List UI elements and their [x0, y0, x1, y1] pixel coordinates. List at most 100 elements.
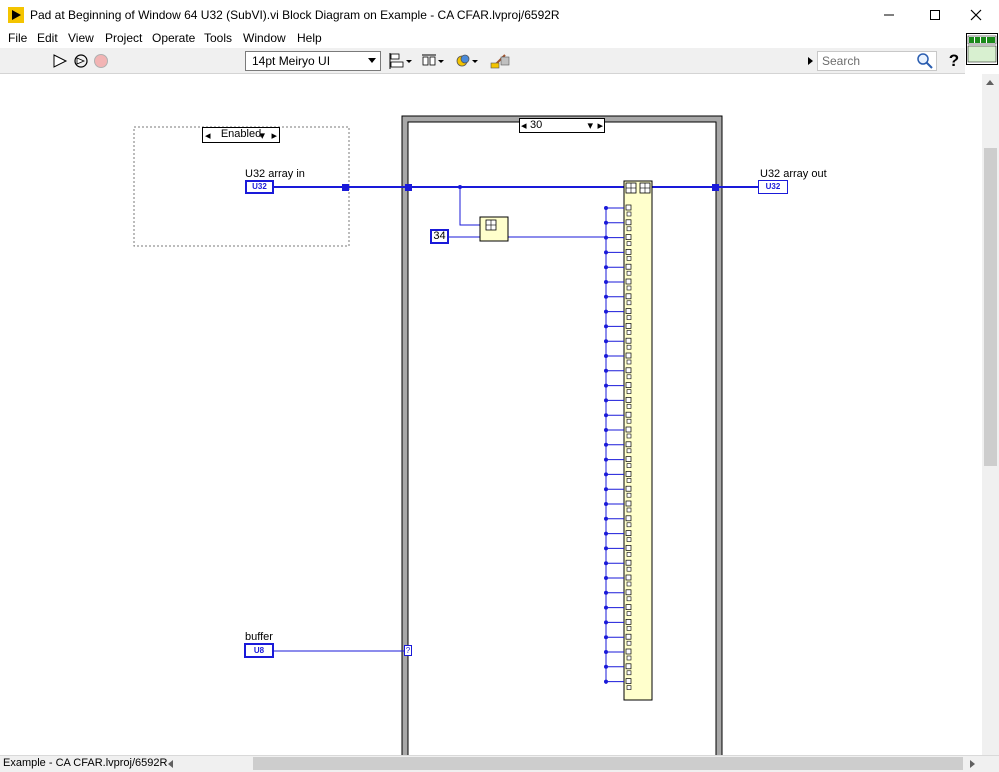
index-terminal[interactable]: [625, 308, 632, 314]
index-terminal[interactable]: [625, 337, 632, 344]
index-terminal[interactable]: [625, 589, 632, 596]
element-terminal[interactable]: [626, 596, 632, 602]
case-tunnel-unwired[interactable]: ?: [404, 645, 412, 656]
index-terminal[interactable]: [625, 426, 632, 433]
index-terminal[interactable]: [625, 663, 632, 670]
index-terminal[interactable]: [625, 456, 632, 462]
index-terminal[interactable]: [625, 204, 632, 211]
chevron-right-icon[interactable]: ▸: [597, 119, 603, 132]
distribute-objects-icon[interactable]: [419, 51, 447, 71]
element-terminal[interactable]: [626, 374, 632, 380]
align-objects-icon[interactable]: [387, 51, 415, 71]
element-terminal[interactable]: [626, 448, 632, 454]
element-terminal[interactable]: [626, 685, 632, 690]
branch-wire[interactable]: [459, 187, 480, 226]
index-terminal[interactable]: [625, 574, 632, 581]
disable-tunnel-in[interactable]: [342, 184, 349, 191]
index-terminal[interactable]: [625, 545, 632, 551]
index-terminal[interactable]: [625, 352, 632, 359]
index-terminal[interactable]: [625, 278, 632, 285]
help-icon[interactable]: ?: [944, 51, 964, 71]
font-select[interactable]: 14pt Meiryo UI: [245, 51, 381, 71]
menu-tools[interactable]: Tools: [204, 31, 232, 45]
case-structure[interactable]: [402, 116, 722, 755]
search-icon[interactable]: [916, 52, 934, 70]
chevron-left-icon[interactable]: ◂: [521, 119, 527, 132]
horizontal-scroll-thumb[interactable]: [253, 757, 963, 770]
index-terminal[interactable]: [625, 234, 632, 240]
menu-help[interactable]: Help: [297, 31, 322, 45]
index-terminal[interactable]: [625, 604, 632, 610]
element-terminal[interactable]: [626, 552, 632, 557]
index-terminal[interactable]: [625, 559, 632, 566]
abort-icon[interactable]: [90, 51, 118, 71]
element-terminal[interactable]: [626, 241, 632, 246]
element-terminal[interactable]: [626, 300, 632, 306]
numeric-constant[interactable]: 34: [430, 229, 449, 244]
element-terminal[interactable]: [626, 211, 632, 217]
u32-array-in-terminal[interactable]: U32: [245, 180, 274, 194]
close-button[interactable]: [953, 0, 999, 30]
element-terminal[interactable]: [626, 537, 632, 542]
index-terminal[interactable]: [625, 263, 632, 270]
index-terminal[interactable]: [625, 293, 632, 300]
vertical-scroll-thumb[interactable]: [984, 148, 997, 466]
menu-edit[interactable]: Edit: [37, 31, 58, 45]
case-tunnel-in[interactable]: [405, 184, 412, 191]
element-terminal[interactable]: [626, 330, 632, 335]
chevron-down-icon[interactable]: ▾: [587, 119, 593, 132]
element-terminal[interactable]: [626, 359, 632, 365]
chevron-right-icon[interactable]: ▸: [271, 129, 277, 142]
element-terminal[interactable]: [626, 389, 632, 394]
index-terminal[interactable]: [625, 441, 632, 448]
index-terminal[interactable]: [625, 500, 632, 507]
index-terminal[interactable]: [625, 515, 632, 522]
index-terminal[interactable]: [625, 219, 632, 226]
u32-array-out-terminal[interactable]: U32: [758, 180, 788, 194]
element-terminal[interactable]: [626, 492, 632, 498]
index-terminal[interactable]: [625, 382, 632, 388]
element-terminal[interactable]: [626, 611, 632, 616]
element-terminal[interactable]: [626, 670, 632, 676]
element-terminal[interactable]: [626, 315, 632, 320]
element-terminal[interactable]: [626, 566, 632, 572]
menu-file[interactable]: File: [8, 31, 27, 45]
chevron-right-icon[interactable]: [806, 56, 814, 66]
index-terminal[interactable]: [625, 397, 632, 403]
minimize-button[interactable]: [866, 0, 912, 30]
element-terminal[interactable]: [626, 256, 632, 261]
menu-operate[interactable]: Operate: [152, 31, 195, 45]
buffer-terminal[interactable]: U8: [244, 643, 274, 658]
chevron-left-icon[interactable]: [167, 759, 175, 769]
index-terminal[interactable]: [625, 619, 632, 625]
index-terminal[interactable]: [625, 633, 632, 640]
element-terminal[interactable]: [626, 344, 632, 350]
element-terminal[interactable]: [626, 285, 632, 291]
chevron-down-icon[interactable]: ▾: [259, 129, 265, 142]
menu-project[interactable]: Project: [105, 31, 142, 45]
index-terminal[interactable]: [625, 485, 632, 492]
index-terminal[interactable]: [625, 367, 632, 374]
chevron-right-icon[interactable]: [968, 759, 976, 769]
index-terminal[interactable]: [625, 678, 632, 684]
element-terminal[interactable]: [626, 463, 632, 468]
element-terminal[interactable]: [626, 404, 632, 409]
connector-pane[interactable]: [966, 33, 998, 65]
element-terminal[interactable]: [626, 581, 632, 587]
index-terminal[interactable]: [625, 323, 632, 329]
element-terminal[interactable]: [626, 640, 632, 646]
menu-window[interactable]: Window: [243, 31, 286, 45]
clean-up-diagram-icon[interactable]: [487, 51, 515, 71]
block-diagram[interactable]: ◂ Enabled ▾ ▸ ◂ 30 ▾ ▸ U32 array in U32 …: [0, 74, 982, 755]
reorder-icon[interactable]: [453, 51, 481, 71]
element-terminal[interactable]: [626, 507, 632, 513]
element-terminal[interactable]: [626, 655, 632, 661]
case-tunnel-out[interactable]: [712, 184, 719, 191]
disable-selector[interactable]: ◂ Enabled ▾ ▸: [202, 127, 280, 143]
element-terminal[interactable]: [626, 433, 632, 439]
element-terminal[interactable]: [626, 478, 632, 483]
index-terminal[interactable]: [625, 411, 632, 418]
maximize-button[interactable]: [912, 0, 958, 30]
element-terminal[interactable]: [626, 226, 632, 232]
index-terminal[interactable]: [625, 249, 632, 255]
